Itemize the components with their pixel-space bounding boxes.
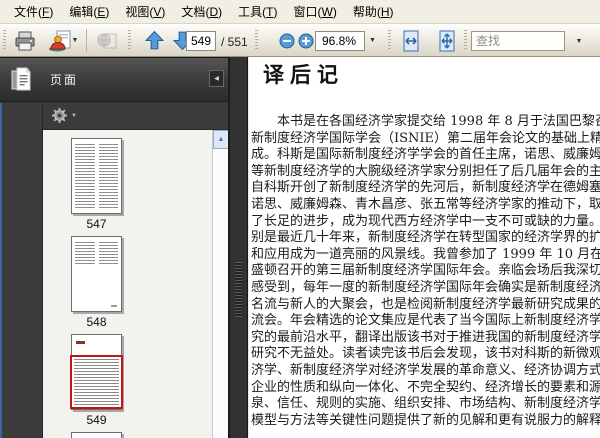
thumbnail-label: 549 bbox=[86, 413, 107, 427]
thumb-text-lines bbox=[74, 359, 119, 405]
text-line: 自科斯开创了新制度经济学的先河后，新制度经济学在德姆塞茨、 bbox=[251, 180, 600, 196]
menu-edit[interactable]: 编辑E bbox=[61, 0, 117, 23]
email-button[interactable] bbox=[92, 27, 122, 54]
text-line: 了长足的进步，成为现代西方经济学中一支不可或缺的力量。特 bbox=[251, 213, 600, 229]
printer-icon bbox=[14, 30, 36, 52]
scroll-up-button[interactable]: ▲ bbox=[213, 130, 229, 149]
document-paragraph: 本书是在各国经济学家提交给 1998 年 8 月于法国巴黎召开的 新制度经济学国… bbox=[251, 114, 600, 429]
thumb-text-lines bbox=[98, 144, 118, 208]
pages-icon bbox=[10, 67, 32, 93]
thumbnails-scrollbar[interactable]: ▲ bbox=[212, 130, 229, 438]
menu-document[interactable]: 文档D bbox=[173, 0, 230, 23]
zoom-in-icon bbox=[298, 33, 314, 49]
menu-bar: 文件F 编辑E 视图V 文档D 工具T 窗口W 帮助H bbox=[0, 0, 600, 24]
fit-width-icon bbox=[401, 30, 421, 52]
menu-file[interactable]: 文件F bbox=[6, 0, 61, 23]
collapse-arrow-icon: ◀ bbox=[214, 76, 219, 82]
send-review-dropdown-icon: ▼ bbox=[71, 37, 79, 44]
text-line: 诺思、威廉姆森、青木昌彦、张五常等经济学家的推动下，取得 bbox=[251, 196, 600, 212]
panel-divider[interactable] bbox=[228, 57, 248, 438]
menu-help[interactable]: 帮助H bbox=[345, 0, 402, 23]
panel-edge-highlight bbox=[0, 103, 2, 438]
text-line: 新制度经济学国际学会（ISNIE）第二届年会论文的基础上精选而 bbox=[251, 130, 600, 146]
print-button[interactable] bbox=[10, 27, 40, 54]
thumb-text-lines bbox=[75, 144, 95, 208]
toolbar-grip[interactable] bbox=[3, 30, 6, 51]
panel-button-rail bbox=[0, 102, 43, 438]
thumb-title-mark bbox=[76, 341, 85, 344]
text-line: 究的最前沿水平，翻译出版该书对于推进我国的新制度经济学的 bbox=[251, 329, 600, 345]
zoom-level-value[interactable]: 96.8% bbox=[315, 31, 365, 51]
thumbnail-page-550-partial[interactable] bbox=[71, 432, 122, 438]
text-line: 研究不无益处。读者读完该书后会发现，该书对科斯的新微观经 bbox=[251, 346, 600, 362]
thumb-text-lines bbox=[75, 242, 95, 264]
thumb-text-lines bbox=[98, 242, 118, 264]
thumb-page-mark bbox=[111, 305, 117, 307]
email-globe-icon bbox=[96, 30, 118, 52]
send-for-review-icon bbox=[48, 30, 72, 52]
find-dropdown-icon[interactable]: ▼ bbox=[572, 31, 586, 51]
text-line: 企业的性质和纵向一体化、不完全契约、经济增长的要素和源 bbox=[251, 379, 600, 395]
document-title: 译后记 bbox=[263, 62, 344, 87]
toolbar-grip[interactable] bbox=[255, 30, 258, 51]
zoom-dropdown-icon[interactable]: ▼ bbox=[369, 37, 376, 44]
thumbnail-page-549-selected[interactable] bbox=[70, 334, 123, 410]
zoom-in-button[interactable] bbox=[295, 27, 317, 54]
menu-tools[interactable]: 工具T bbox=[230, 0, 285, 23]
thumbnails-options-row: ▼ bbox=[43, 102, 228, 130]
menu-view[interactable]: 视图V bbox=[117, 0, 173, 23]
find-input[interactable] bbox=[471, 31, 565, 51]
pages-panel-header: 页面 ◀ bbox=[0, 57, 228, 102]
menu-window[interactable]: 窗口W bbox=[285, 0, 344, 23]
text-line: 泉、信任、规则的实施、组织安排、市场结构、新制度经济学的 bbox=[251, 396, 600, 412]
text-line: 流会。年会精选的论文集应是代表了当今国际上新制度经济学研 bbox=[251, 313, 600, 329]
toolbar: ▼ / 551 bbox=[0, 24, 600, 57]
thumbnail-label: 548 bbox=[86, 315, 107, 329]
fit-width-button[interactable] bbox=[398, 27, 424, 54]
main-region: 页面 ◀ ▼ 547 548 549 ▲ 译后记 本书是在各国经济学家提交给 1… bbox=[0, 57, 600, 438]
toolbar-grip[interactable] bbox=[128, 30, 131, 51]
toolbar-grip[interactable] bbox=[388, 30, 391, 51]
options-dropdown-icon[interactable]: ▼ bbox=[71, 113, 77, 119]
navigation-sidebar: 页面 ◀ ▼ 547 548 549 ▲ bbox=[0, 57, 229, 438]
thumbnail-page-548[interactable] bbox=[71, 236, 122, 312]
current-view-rectangle[interactable] bbox=[70, 355, 123, 409]
text-line: 别是最近几十年来，新制度经济学在转型国家的经济学界的扩散 bbox=[251, 230, 600, 246]
send-for-review-button[interactable]: ▼ bbox=[44, 27, 82, 54]
divider-grip-handle[interactable] bbox=[235, 262, 242, 317]
previous-page-button[interactable] bbox=[141, 27, 168, 54]
text-line: 模型与方法等关键性问题提供了新的见解和更有说服力的解释。 bbox=[251, 412, 600, 428]
text-line: 成。科斯是国际新制度经济学学会的首任主席，诺思、威廉姆森 bbox=[251, 147, 600, 163]
zoom-out-icon bbox=[279, 33, 295, 49]
pdf-reader-window: 文件F 编辑E 视图V 文档D 工具T 窗口W 帮助H ▼ bbox=[0, 0, 600, 438]
thumbnails-list: 547 548 549 bbox=[43, 130, 212, 438]
text-line: 感受到，每年一度的新制度经济学国际年会确实是新制度经济学 bbox=[251, 279, 600, 295]
text-line: 济学、新制度经济学对经济学发展的革命意义、经济协调方式、 bbox=[251, 362, 600, 378]
scroll-up-icon: ▲ bbox=[217, 136, 225, 143]
toolbar-grip[interactable] bbox=[464, 30, 467, 51]
pages-panel-title: 页面 bbox=[50, 73, 79, 87]
up-arrow-icon bbox=[144, 30, 165, 51]
page-total-label: / 551 bbox=[221, 35, 248, 49]
text-line: 盛顿召开的第三届新制度经济学国际年会。亲临会场后我深切地 bbox=[251, 263, 600, 279]
page-number-input[interactable] bbox=[186, 31, 216, 51]
fit-page-icon bbox=[437, 30, 457, 52]
collapse-panel-button[interactable]: ◀ bbox=[209, 70, 224, 87]
thumbnail-label: 547 bbox=[86, 217, 107, 231]
document-page[interactable]: 译后记 本书是在各国经济学家提交给 1998 年 8 月于法国巴黎召开的 新制度… bbox=[249, 57, 600, 438]
text-line: 等新制度经济学的大腕级经济学家分别担任了后几届年会的主席。 bbox=[251, 163, 600, 179]
text-line: 本书是在各国经济学家提交给 1998 年 8 月于法国巴黎召开的 bbox=[277, 114, 600, 129]
text-line: 和应用成为一道亮丽的风景线。我曾参加了 1999 年 10 月在美国华 bbox=[251, 246, 600, 262]
thumbnail-page-547[interactable] bbox=[71, 138, 122, 214]
fit-page-button[interactable] bbox=[434, 27, 460, 54]
text-line: 名流与新人的大聚会，也是检阅新制度经济学最新研究成果的交 bbox=[251, 296, 600, 312]
gear-icon[interactable] bbox=[51, 107, 68, 124]
toolbar-separator bbox=[86, 29, 87, 52]
